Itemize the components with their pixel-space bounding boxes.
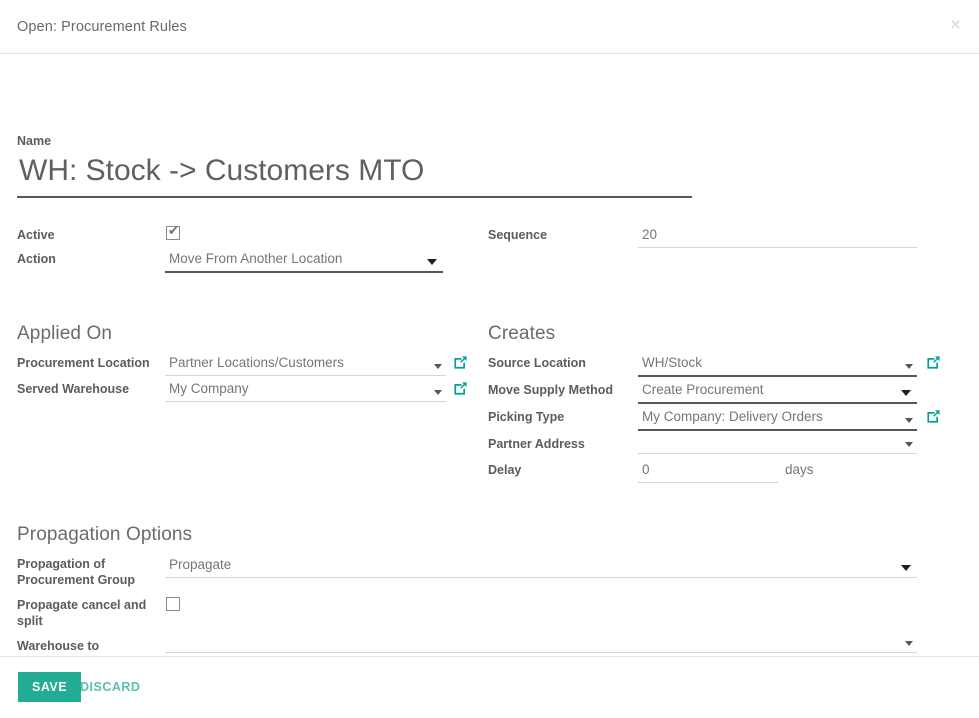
name-input[interactable]: WH: Stock -> Customers MTO (17, 150, 692, 198)
partner-address-label: Partner Address (488, 437, 585, 451)
move-supply-method-value: Create Procurement (642, 382, 764, 397)
sequence-value: 20 (642, 227, 658, 242)
name-field-group: Name WH: Stock -> Customers MTO (17, 134, 692, 198)
active-label: Active (17, 228, 55, 242)
procurement-location-value: Partner Locations/Customers (169, 355, 344, 370)
action-label: Action (17, 252, 56, 266)
served-warehouse-label: Served Warehouse (17, 382, 130, 396)
delay-label: Delay (488, 463, 522, 477)
procurement-rules-dialog: Open: Procurement Rules × Name WH: Stock… (0, 0, 979, 718)
active-checkbox[interactable]: ✔ (166, 224, 180, 240)
action-select[interactable]: Move From Another Location (165, 248, 443, 273)
picking-type-input[interactable]: My Company: Delivery Orders (638, 406, 917, 431)
propagation-group-value: Propagate (169, 557, 232, 572)
external-link-icon[interactable] (926, 355, 941, 370)
delay-value: 0 (642, 462, 650, 477)
warehouse-to-propagate-value (165, 632, 917, 652)
chevron-down-icon (905, 364, 913, 369)
source-location-input[interactable]: WH/Stock (638, 352, 917, 377)
applied-on-title: Applied On (17, 323, 113, 344)
picking-type-value: My Company: Delivery Orders (642, 409, 823, 424)
dialog-footer: SAVE DISCARD (0, 656, 979, 718)
dialog-title: Open: Procurement Rules (17, 19, 187, 35)
partner-address-value (638, 433, 917, 453)
external-link-icon[interactable] (926, 409, 941, 424)
name-label: Name (17, 134, 52, 148)
action-value: Move From Another Location (169, 251, 343, 266)
discard-button[interactable]: DISCARD (80, 680, 140, 694)
propagation-group-label: Propagation of Procurement Group (17, 557, 136, 587)
source-location-value: WH/Stock (642, 355, 703, 370)
sequence-input[interactable]: 20 (638, 224, 917, 248)
procurement-location-input[interactable]: Partner Locations/Customers (165, 352, 446, 376)
sequence-label: Sequence (488, 228, 548, 242)
propagate-cancel-split-checkbox[interactable] (166, 597, 180, 611)
chevron-down-icon (905, 641, 913, 646)
chevron-down-icon (905, 418, 913, 423)
external-link-icon[interactable] (453, 381, 468, 396)
check-icon: ✔ (168, 224, 179, 239)
dialog-body: Name WH: Stock -> Customers MTO Active ✔… (0, 54, 979, 718)
warehouse-to-propagate-input[interactable] (165, 632, 917, 653)
procurement-location-label: Procurement Location (17, 356, 150, 370)
chevron-down-icon (434, 390, 442, 395)
save-button[interactable]: SAVE (18, 672, 82, 702)
propagation-options-title: Propagation Options (17, 524, 193, 545)
move-supply-method-label: Move Supply Method (488, 383, 613, 397)
delay-input[interactable]: 0 (638, 459, 778, 483)
served-warehouse-value: My Company (169, 381, 249, 396)
chevron-down-icon (901, 390, 911, 396)
picking-type-label: Picking Type (488, 410, 565, 424)
chevron-down-icon (427, 259, 437, 265)
chevron-down-icon (901, 565, 911, 571)
dialog-header: Open: Procurement Rules × (0, 0, 979, 54)
chevron-down-icon (905, 442, 913, 447)
propagate-cancel-split-label: Propagate cancel and split (17, 598, 147, 628)
propagation-group-select[interactable]: Propagate (165, 554, 917, 578)
partner-address-input[interactable] (638, 433, 917, 454)
creates-title: Creates (488, 323, 556, 344)
move-supply-method-select[interactable]: Create Procurement (638, 379, 917, 404)
delay-unit-label: days (785, 462, 814, 477)
served-warehouse-input[interactable]: My Company (165, 378, 446, 402)
chevron-down-icon (434, 364, 442, 369)
source-location-label: Source Location (488, 356, 586, 370)
close-icon[interactable]: × (950, 16, 961, 35)
external-link-icon[interactable] (453, 355, 468, 370)
